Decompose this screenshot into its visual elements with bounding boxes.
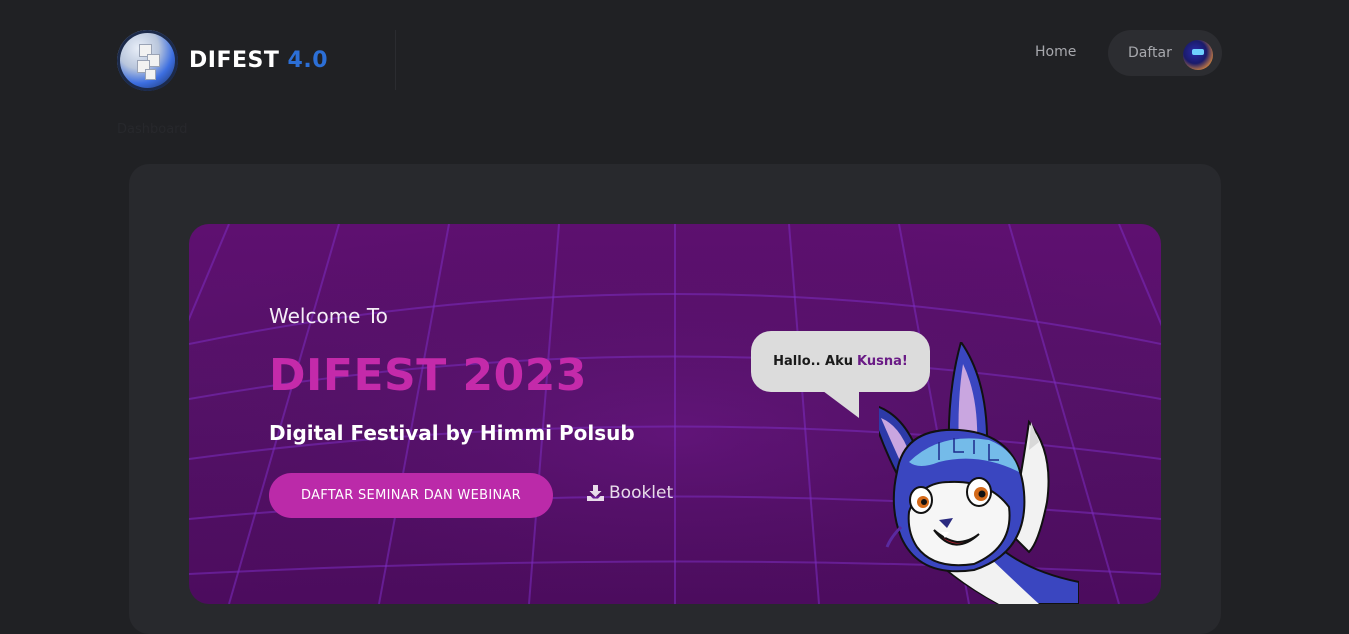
difest-logo-icon (117, 30, 178, 91)
hero-title: DIFEST 2023 (269, 350, 587, 401)
logo-name: DIFEST (189, 48, 280, 73)
hero-welcome: Welcome To (269, 304, 388, 328)
speech-bubble-tail (819, 388, 859, 418)
header-divider (395, 30, 396, 90)
booklet-label: Booklet (609, 483, 674, 503)
nav-daftar-button[interactable]: Daftar (1108, 30, 1222, 76)
logo-text: DIFEST 4.0 (189, 48, 328, 73)
daftar-seminar-button[interactable]: DAFTAR SEMINAR DAN WEBINAR (269, 473, 553, 518)
nav-daftar-label: Daftar (1128, 45, 1172, 61)
nav-home-link[interactable]: Home (1035, 44, 1076, 60)
avatar (1183, 40, 1213, 70)
bubble-text: Hallo.. Aku (773, 354, 854, 369)
logo-version: 4.0 (287, 48, 329, 73)
site-logo[interactable]: DIFEST 4.0 (117, 30, 328, 91)
booklet-link[interactable]: Booklet (587, 483, 673, 503)
hero-subtitle: Digital Festival by Himmi Polsub (269, 421, 635, 445)
hero-banner: Welcome To DIFEST 2023 Digital Festival … (189, 224, 1161, 604)
download-icon (587, 485, 604, 501)
breadcrumb: Dashboard (117, 122, 188, 137)
kusna-mascot (879, 342, 1079, 604)
